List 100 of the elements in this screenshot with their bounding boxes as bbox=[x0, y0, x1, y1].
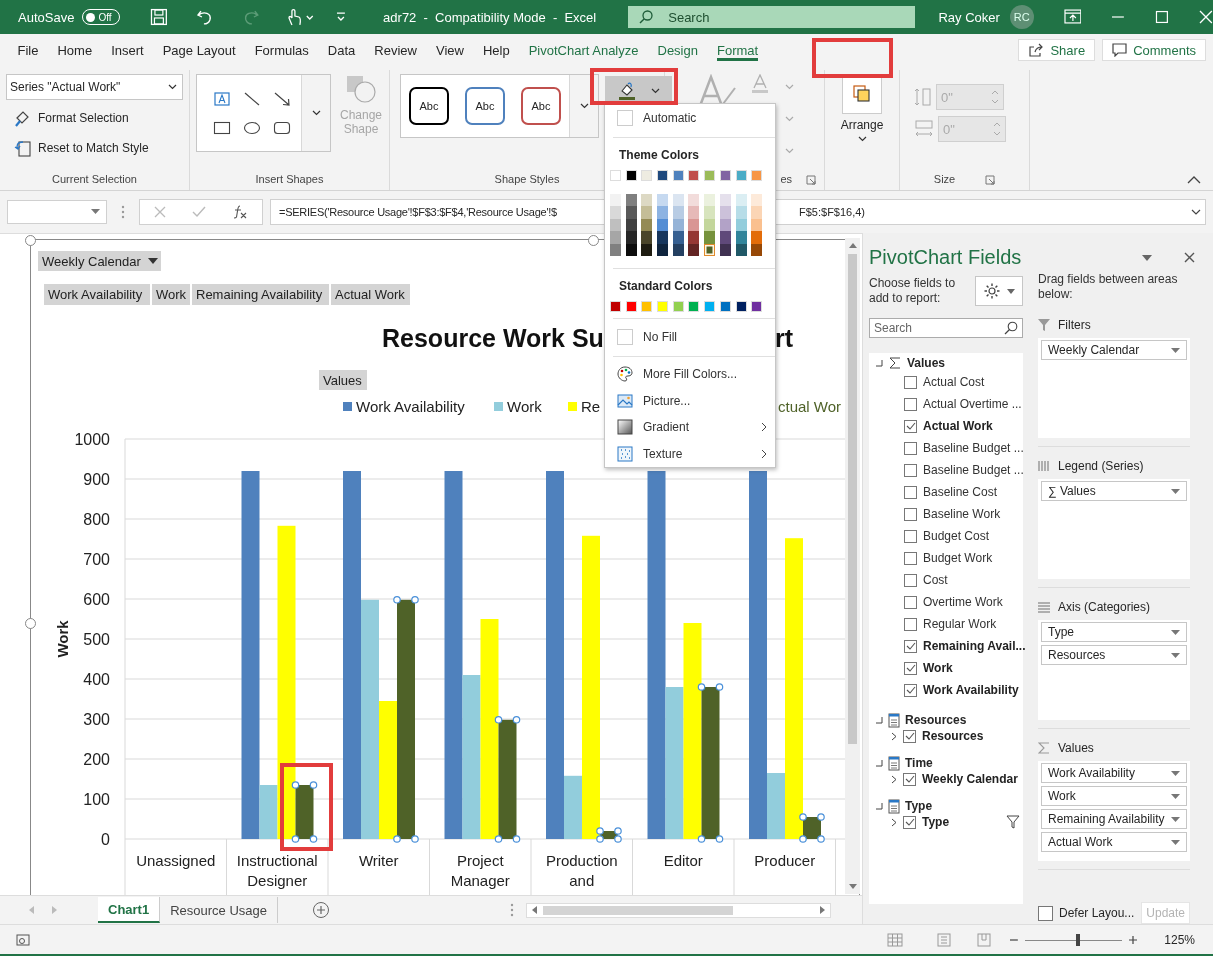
area-field-button[interactable]: ∑ Values bbox=[1041, 481, 1187, 501]
field-group-label[interactable]: Time bbox=[905, 756, 933, 770]
field-group-label[interactable]: Type bbox=[905, 799, 933, 813]
chart-element-dropdown[interactable]: Series "Actual Work" bbox=[6, 74, 183, 100]
user-name: Ray Coker bbox=[938, 9, 1000, 25]
shape-style-swatch[interactable]: Abc bbox=[521, 87, 561, 125]
area-drop-box[interactable]: ∑ Values bbox=[1038, 479, 1190, 579]
category-label: Unassigned bbox=[136, 852, 216, 869]
chart-title: Resource Work Su bbox=[382, 324, 604, 352]
ribbon-tab[interactable]: Format bbox=[707, 34, 768, 66]
category-label: Editor bbox=[663, 852, 703, 869]
field-label[interactable]: Baseline Budget ... bbox=[923, 441, 1024, 455]
axis-title: Work bbox=[54, 620, 71, 658]
field-label[interactable]: Type bbox=[922, 815, 950, 829]
field-label[interactable]: Actual Cost bbox=[923, 375, 985, 389]
area-label: Values bbox=[1058, 741, 1094, 755]
area-field-button[interactable]: Work Availability bbox=[1041, 763, 1187, 783]
area-field-button[interactable]: Type bbox=[1041, 622, 1187, 642]
field-label[interactable]: Remaining Avail... bbox=[923, 639, 1026, 653]
field-label[interactable]: Work bbox=[923, 661, 953, 675]
axis-tick-label: 0 bbox=[101, 831, 110, 848]
axis-tick-label: 500 bbox=[83, 631, 110, 648]
zoom-level[interactable]: 125% bbox=[1164, 932, 1195, 947]
field-label[interactable]: Cost bbox=[923, 573, 948, 587]
legend-label: ctual Wor bbox=[778, 398, 842, 415]
sheet-tab[interactable]: Chart1 bbox=[98, 897, 161, 923]
formula-text: F$5:$F$16,4) bbox=[799, 206, 866, 218]
area-field-button[interactable]: Actual Work bbox=[1041, 832, 1187, 852]
search-field[interactable]: Search bbox=[628, 6, 916, 28]
share-button[interactable]: Share bbox=[1018, 39, 1096, 61]
value-field-button[interactable]: Work Availability bbox=[44, 284, 150, 305]
legend-label: Work bbox=[507, 398, 542, 415]
legend-field-button[interactable]: Values bbox=[319, 370, 367, 390]
menu-item[interactable]: Texture bbox=[605, 440, 775, 468]
field-label[interactable]: Baseline Work bbox=[923, 507, 1001, 521]
area-field-button[interactable]: Resources bbox=[1041, 645, 1187, 665]
ribbon-tab[interactable]: Review bbox=[364, 34, 427, 66]
formula-text: =SERIES('Resource Usage'!$F$3:$F$4,'Resource Usage'!$ bbox=[279, 206, 558, 218]
axis-tick-label: 1000 bbox=[74, 431, 110, 448]
field-label[interactable]: Weekly Calendar bbox=[922, 772, 1018, 786]
value-field-button[interactable]: Actual Work bbox=[331, 284, 410, 305]
field-label[interactable]: Budget Cost bbox=[923, 529, 990, 543]
arrange-button[interactable]: Arrange bbox=[841, 74, 883, 142]
menu-item[interactable]: Gradient bbox=[605, 413, 775, 441]
field-group-label[interactable]: Values bbox=[907, 356, 946, 370]
field-label[interactable]: Budget Work bbox=[923, 551, 993, 565]
sheet-tab[interactable]: Resource Usage bbox=[160, 897, 278, 923]
menu-item[interactable]: Picture... bbox=[605, 387, 775, 414]
field-label[interactable]: Regular Work bbox=[923, 617, 997, 631]
area-drop-box[interactable]: Weekly Calendar bbox=[1038, 338, 1190, 438]
area-drop-box[interactable]: Work Availability Work Remaining Availability Actual Work bbox=[1038, 761, 1190, 861]
ribbon-tab[interactable]: Insert bbox=[101, 34, 154, 66]
field-group-label[interactable]: Resources bbox=[905, 713, 967, 727]
legend-label: Work Availability bbox=[356, 398, 465, 415]
menu-item[interactable]: Automatic bbox=[643, 111, 697, 126]
area-field-button[interactable]: Remaining Availability bbox=[1041, 809, 1187, 829]
field-label[interactable]: Baseline Cost bbox=[923, 485, 998, 499]
area-drop-box[interactable]: Type Resources bbox=[1038, 620, 1190, 720]
group-label: es bbox=[780, 173, 792, 186]
format-selection-button[interactable]: Format Selection bbox=[6, 106, 183, 130]
reset-style-button[interactable]: Reset to Match Style bbox=[6, 136, 183, 160]
autosave-label: AutoSave bbox=[18, 9, 75, 25]
value-field-button[interactable]: Remaining Availability bbox=[192, 284, 329, 305]
ribbon-tab[interactable]: Home bbox=[47, 34, 102, 66]
filter-field-button[interactable]: Weekly Calendar bbox=[38, 251, 161, 271]
instruction-text: Drag fields between areas below: bbox=[1038, 272, 1179, 302]
section-heading: Theme Colors bbox=[618, 146, 700, 164]
shape-style-swatch[interactable]: Abc bbox=[465, 87, 505, 125]
ribbon-tab[interactable]: Page Layout bbox=[153, 34, 246, 66]
value-field-button[interactable]: Work bbox=[152, 284, 190, 305]
field-label[interactable]: Resources bbox=[922, 729, 984, 743]
field-search-field[interactable]: Search bbox=[869, 318, 1023, 338]
ribbon-tab[interactable]: File bbox=[8, 34, 48, 66]
window-title: adr72 - Compatibility Mode - Excel bbox=[383, 9, 597, 25]
ribbon-tab[interactable]: Design bbox=[648, 34, 708, 66]
section-heading: Standard Colors bbox=[618, 278, 714, 296]
area-field-button[interactable]: Weekly Calendar bbox=[1041, 340, 1187, 360]
menu-item[interactable]: More Fill Colors... bbox=[605, 360, 775, 388]
area-field-button[interactable]: Work bbox=[1041, 786, 1187, 806]
shape-style-swatch[interactable]: Abc bbox=[409, 87, 449, 125]
menu-item[interactable]: No Fill bbox=[643, 330, 677, 345]
legend-label: Re bbox=[581, 398, 601, 415]
group-label: Shape Styles bbox=[494, 173, 560, 187]
ribbon-tab[interactable]: Formulas bbox=[245, 34, 319, 66]
comments-button[interactable]: Comments bbox=[1102, 39, 1206, 61]
axis-tick-label: 900 bbox=[83, 471, 110, 488]
group-label: Size bbox=[933, 173, 956, 186]
field-label[interactable]: Actual Work bbox=[923, 419, 993, 433]
field-label[interactable]: Actual Overtime ... bbox=[923, 397, 1022, 411]
field-label[interactable]: Work Availability bbox=[923, 683, 1019, 697]
field-label[interactable]: Overtime Work bbox=[923, 595, 1003, 609]
ribbon-tab[interactable]: View bbox=[426, 34, 474, 66]
axis-tick-label: 200 bbox=[83, 751, 110, 768]
field-label[interactable]: Baseline Budget ... bbox=[923, 463, 1024, 477]
ribbon-tab[interactable]: Data bbox=[318, 34, 365, 66]
ribbon-tab[interactable]: Help bbox=[473, 34, 520, 66]
category-label: Instructional Designer bbox=[236, 852, 318, 889]
shape-style-gallery[interactable]: Abc Abc Abc bbox=[400, 74, 599, 138]
area-label: Axis (Categories) bbox=[1058, 600, 1151, 614]
ribbon-tab[interactable]: PivotChart Analyze bbox=[519, 34, 648, 66]
